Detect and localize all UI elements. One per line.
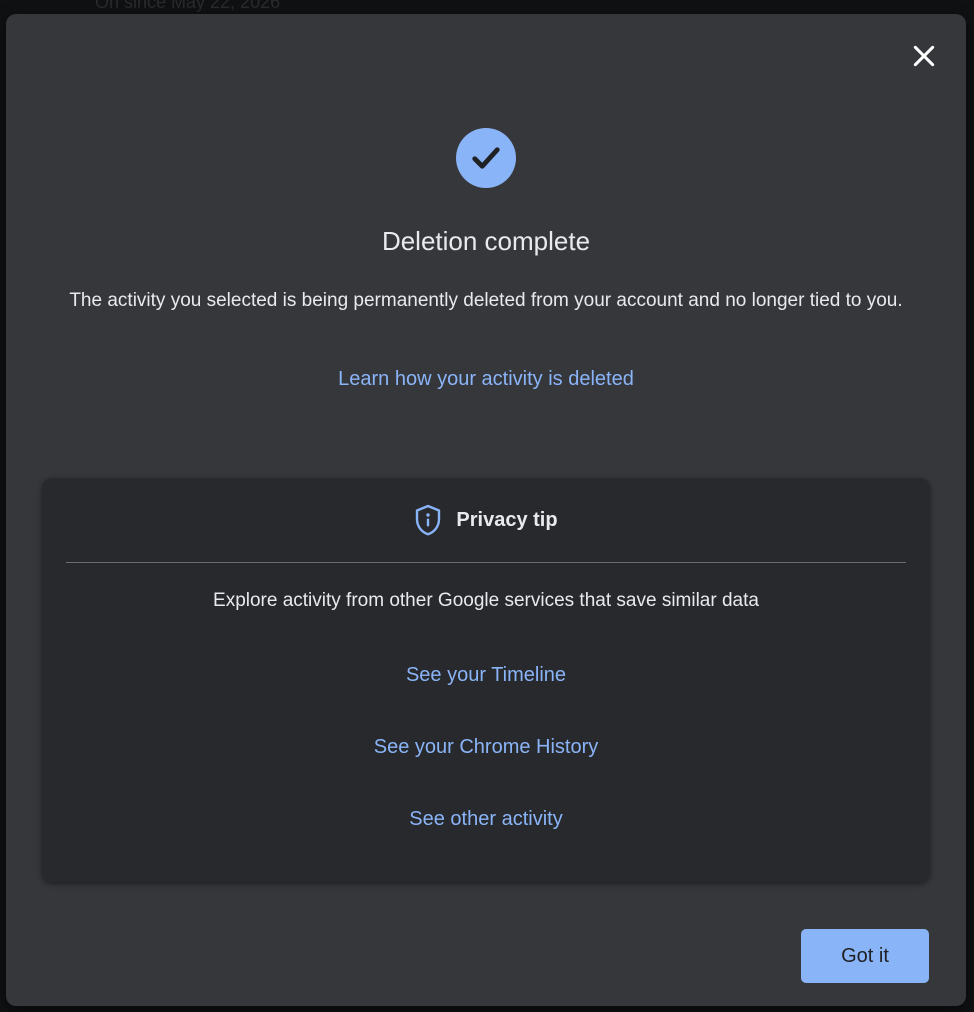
privacy-tip-card: Privacy tip Explore activity from other …	[42, 478, 930, 882]
privacy-tip-divider	[66, 562, 906, 563]
close-button[interactable]	[906, 38, 942, 74]
dialog-description: The activity you selected is being perma…	[69, 290, 903, 311]
shield-info-icon	[416, 504, 441, 536]
learn-how-deleted-link[interactable]: Learn how your activity is deleted	[6, 368, 966, 391]
background-status-text: On since May 22, 2026	[95, 0, 281, 12]
close-icon	[913, 45, 935, 67]
deletion-complete-dialog: Deletion complete The activity you selec…	[6, 14, 966, 1006]
privacy-tip-title: Privacy tip	[456, 508, 558, 531]
got-it-button[interactable]: Got it	[801, 929, 929, 983]
privacy-tip-header: Privacy tip	[42, 502, 930, 538]
dialog-title: Deletion complete	[381, 226, 591, 256]
see-other-activity-link[interactable]: See other activity	[42, 808, 930, 831]
see-chrome-history-link[interactable]: See your Chrome History	[42, 736, 930, 759]
check-circle-icon	[456, 128, 516, 188]
see-timeline-link[interactable]: See your Timeline	[42, 664, 930, 687]
privacy-tip-text: Explore activity from other Google servi…	[213, 590, 759, 611]
